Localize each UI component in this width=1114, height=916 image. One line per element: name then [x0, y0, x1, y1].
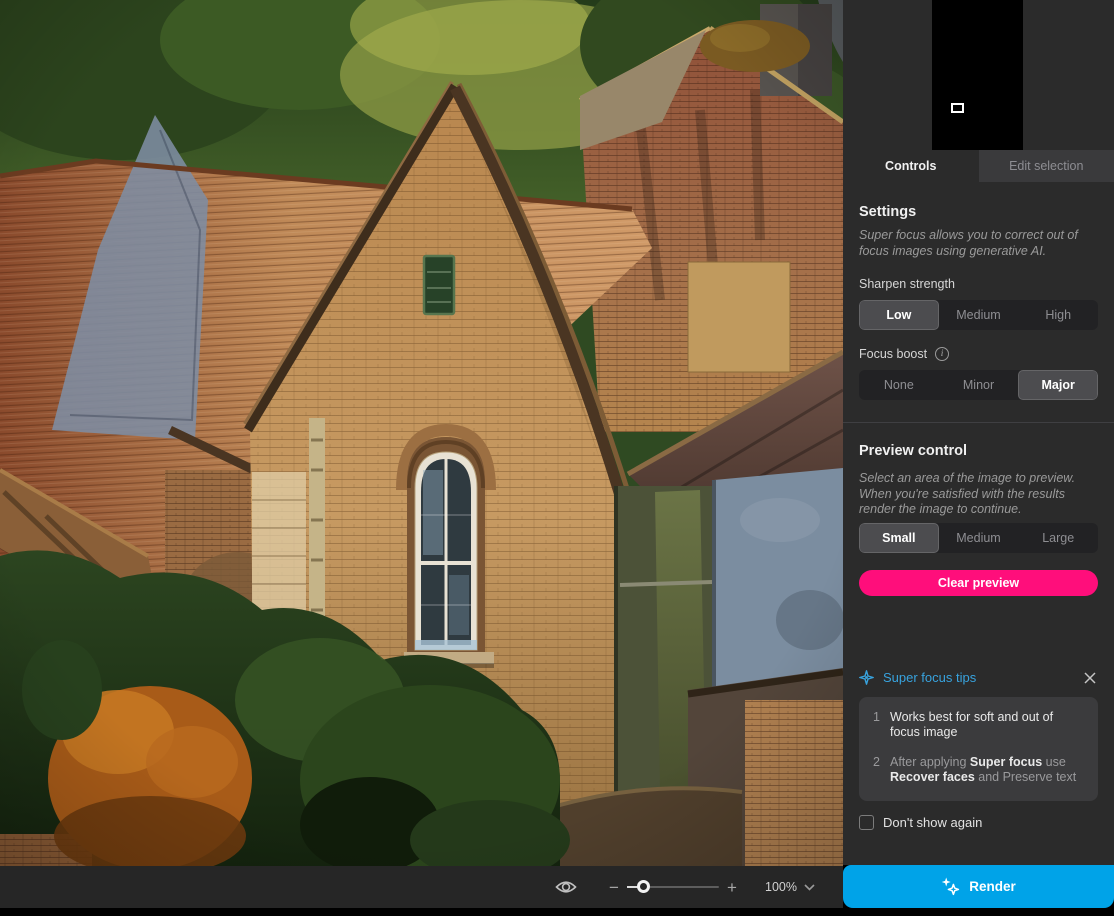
eye-icon	[555, 881, 577, 893]
zoom-slider[interactable]	[627, 880, 720, 894]
tip-text: Works best for soft and out of focus ima…	[890, 710, 1084, 741]
tip-text-part: use	[1042, 754, 1066, 769]
sharpen-strength-label-text: Sharpen strength	[859, 277, 955, 291]
preview-original-button[interactable]	[553, 874, 579, 900]
dont-show-again-checkbox[interactable]	[859, 814, 874, 830]
tips-card: 1 Works best for soft and out of focus i…	[859, 696, 1098, 801]
info-icon[interactable]: i	[935, 347, 950, 361]
focus-boost-option-none[interactable]: None	[859, 370, 939, 400]
preview-size-segmented: Small Medium Large	[859, 522, 1098, 553]
app-window: − + 100% Controls Edit selection Setting…	[0, 0, 1114, 916]
focus-boost-label-text: Focus boost	[859, 347, 928, 361]
settings-description: Super focus allows you to correct out of…	[859, 228, 1078, 258]
tip-text-part: Works best for soft and out of focus ima…	[890, 709, 1054, 740]
panel-content: Settings Super focus allows you to corre…	[843, 182, 1114, 865]
close-icon	[1084, 671, 1096, 684]
section-divider	[843, 422, 1114, 423]
controls-panel: Controls Edit selection Settings Super f…	[843, 0, 1114, 865]
clear-preview-button[interactable]: Clear preview	[859, 569, 1098, 596]
tip-text: After applying Super focus use Recover f…	[890, 755, 1084, 786]
navigator-minimap[interactable]	[932, 0, 1023, 150]
tips-header: Super focus tips	[859, 670, 1098, 686]
sparkle-icon	[859, 670, 874, 685]
navigator-viewport[interactable]	[951, 103, 964, 113]
sharpen-option-low[interactable]: Low	[859, 300, 939, 330]
tab-controls[interactable]: Controls	[843, 150, 979, 182]
tips-close-button[interactable]	[1082, 670, 1098, 686]
tip-item-2: 2 After applying Super focus use Recover…	[873, 755, 1084, 786]
zoom-control: − +	[605, 879, 741, 896]
focus-boost-label: Focus boost i	[859, 347, 1098, 361]
navigator	[843, 0, 1114, 150]
tab-edit-selection[interactable]: Edit selection	[978, 150, 1114, 182]
render-button[interactable]: Render	[843, 865, 1114, 908]
view-toolbar: − + 100%	[0, 866, 843, 908]
preview-size-option-large[interactable]: Large	[1018, 523, 1098, 553]
zoom-out-button[interactable]: −	[605, 879, 623, 896]
tip-text-part: and	[974, 770, 1003, 784]
zoom-level-value: 100%	[765, 880, 797, 894]
focus-boost-segmented: None Minor Major	[859, 370, 1098, 400]
settings-title: Settings	[859, 204, 917, 220]
tip-number: 1	[873, 709, 880, 724]
tip-number: 2	[873, 754, 880, 769]
focus-boost-option-major[interactable]: Major	[1018, 370, 1098, 400]
tip-text-part: Preserve text	[1002, 770, 1077, 784]
chevron-down-icon	[804, 883, 815, 891]
preview-control-description: Select an area of the image to preview. …	[859, 471, 1076, 516]
tips-title: Super focus tips	[883, 670, 977, 685]
photo-scene	[0, 0, 843, 866]
sharpen-strength-segmented: Low Medium High	[859, 300, 1098, 330]
sharpen-option-high[interactable]: High	[1018, 300, 1098, 330]
preview-size-option-small[interactable]: Small	[859, 522, 939, 553]
photo-canvas[interactable]	[0, 0, 843, 866]
render-button-label: Render	[969, 879, 1016, 894]
zoom-slider-knob[interactable]	[637, 880, 651, 893]
tip-text-part: Recover faces	[890, 770, 975, 784]
zoom-in-button[interactable]: +	[723, 879, 741, 896]
sharpen-strength-label: Sharpen strength	[859, 277, 1098, 291]
tab-bar: Controls Edit selection	[843, 150, 1114, 182]
tip-text-part: After applying	[890, 754, 970, 769]
tip-text-part: Super focus	[969, 754, 1043, 769]
preview-size-option-medium[interactable]: Medium	[939, 523, 1019, 553]
dont-show-again-row: Don't show again	[859, 814, 1098, 830]
sparkles-icon	[941, 877, 960, 896]
focus-boost-option-minor[interactable]: Minor	[939, 370, 1019, 400]
zoom-level-dropdown[interactable]: 100%	[765, 880, 815, 894]
preview-control-title: Preview control	[859, 443, 967, 459]
dont-show-again-label: Don't show again	[883, 814, 983, 830]
sharpen-option-medium[interactable]: Medium	[939, 300, 1019, 330]
tip-item-1: 1 Works best for soft and out of focus i…	[873, 710, 1084, 741]
